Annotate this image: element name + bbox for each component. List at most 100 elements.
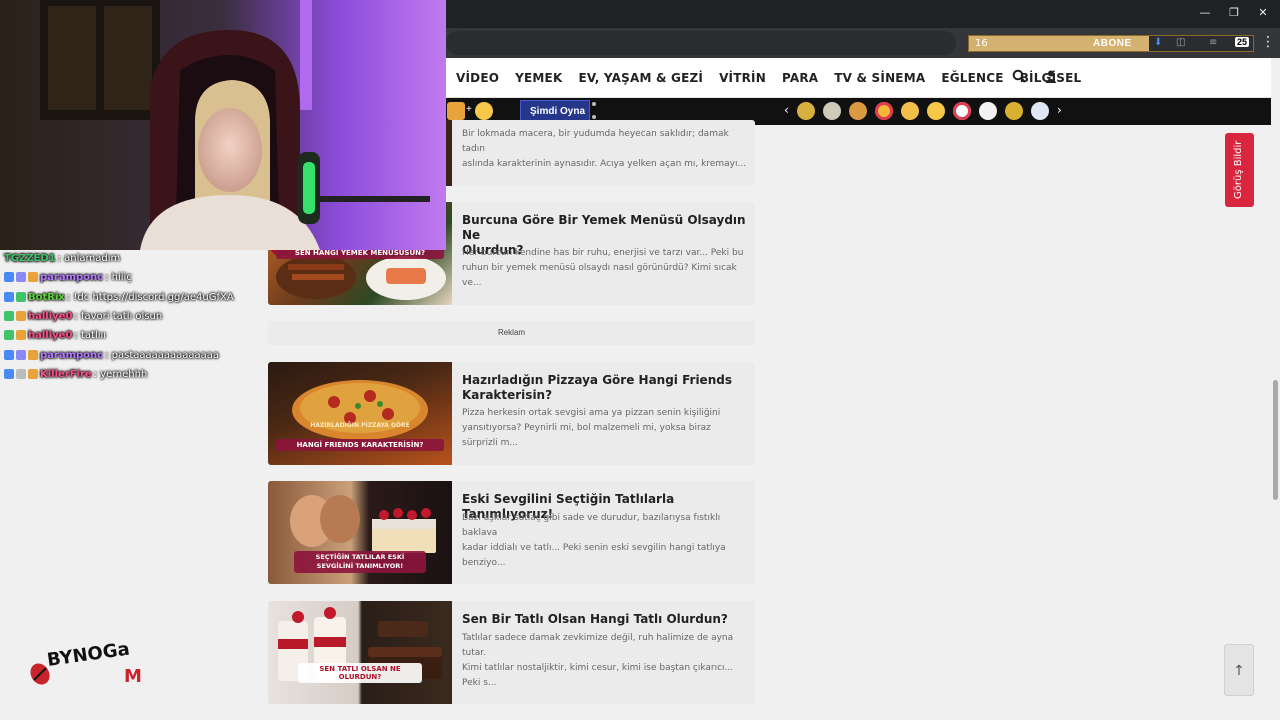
chat-text: : anlamadım bbox=[57, 252, 121, 264]
extension-icon[interactable]: ◫ bbox=[1176, 37, 1185, 48]
chat-username[interactable]: halliye0 bbox=[28, 330, 72, 341]
svg-text:BYNOGa: BYNOGa bbox=[46, 639, 131, 671]
chat-username[interactable]: BotRix bbox=[28, 292, 65, 303]
chat-badge-icon bbox=[16, 272, 26, 282]
chat-badge-icon bbox=[4, 350, 14, 360]
subscribe-label: ABONE bbox=[1093, 38, 1132, 49]
crying-emoji-icon[interactable] bbox=[901, 102, 919, 120]
article-description: Pizza herkesin ortak sevgisi ama ya pizz… bbox=[462, 406, 747, 451]
chat-badge-icon bbox=[4, 292, 14, 302]
chat-message: BotRix: !dc https://discord.gg/ae4uGfXA bbox=[4, 290, 234, 304]
scrollbar-thumb[interactable] bbox=[1273, 380, 1278, 500]
restore-icon[interactable]: ❐ bbox=[1227, 6, 1241, 20]
article-desc-line: Pizza herkesin ortak sevgisi ama ya pizz… bbox=[462, 408, 721, 418]
article-desc-line: Kimi tatlılar nostaljiktir, kimi cesur, … bbox=[462, 663, 734, 688]
thumbnail-caption: SEÇTİĞİN TATLILAR ESKİ SEVGİLİNİ TANIMLI… bbox=[294, 551, 426, 573]
heart-eyes-emoji-icon[interactable] bbox=[875, 102, 893, 120]
nav-item[interactable]: TV & SİNEMA bbox=[834, 71, 925, 85]
article-card[interactable]: SEN TATLI OLSAN NE OLURDUN? Sen Bir Tatl… bbox=[268, 601, 755, 704]
ad-label: Reklam bbox=[268, 321, 755, 345]
play-now-label: Şimdi Oyna bbox=[530, 106, 586, 117]
article-title-line: Karakterisin? bbox=[462, 388, 553, 402]
chat-text: : favori tatlı olsun bbox=[74, 310, 163, 322]
streamer-logo: BYNOGa M bbox=[30, 639, 142, 687]
article-title-line: Sen Bir Tatlı Olsan Hangi Tatlı Olurdun? bbox=[462, 612, 728, 626]
address-bar[interactable] bbox=[446, 31, 956, 55]
chat-badge-icon bbox=[4, 311, 14, 321]
article-thumbnail[interactable]: HAZIRLADIĞIN PİZZAYA GÖRE HANGİ FRIENDS … bbox=[268, 362, 452, 465]
download-icon[interactable]: ⬇ bbox=[1154, 37, 1162, 48]
article-desc-line: Bazı aşklar sütlaç gibi sade ve durudur,… bbox=[462, 513, 721, 538]
feedback-button[interactable]: Görüş Bildir bbox=[1225, 133, 1254, 207]
glasses-emoji-icon[interactable] bbox=[823, 102, 841, 120]
chat-username[interactable]: halliye0 bbox=[28, 311, 72, 322]
article-card[interactable]: SEÇTİĞİN TATLILAR ESKİ SEVGİLİNİ TANIMLI… bbox=[268, 481, 755, 584]
article-desc-line: kadar iddialı ve tatlı... Peki senin esk… bbox=[462, 543, 726, 568]
article-description: Tatlılar sadece damak zevkimize değil, r… bbox=[462, 631, 747, 691]
globe-emoji-icon[interactable] bbox=[1031, 102, 1049, 120]
article-title[interactable]: Sen Bir Tatlı Olsan Hangi Tatlı Olurdun? bbox=[462, 612, 747, 627]
thumbnail-caption: SEN TATLI OLSAN NE OLURDUN? bbox=[298, 663, 422, 683]
close-icon[interactable]: ✕ bbox=[1256, 6, 1270, 20]
minimize-icon[interactable]: — bbox=[1198, 6, 1212, 20]
screen: — ❐ ✕ 16 ABONE ⬇ ◫ ≡ 25 ⋮ VİDEO YEMEK EV, … bbox=[0, 0, 1280, 720]
nav-item[interactable]: EĞLENCE bbox=[941, 71, 1003, 85]
user-icon[interactable] bbox=[1045, 69, 1057, 87]
chat-badge-icon bbox=[16, 311, 26, 321]
plus-badge-emoji-icon[interactable] bbox=[953, 102, 971, 120]
nav-item[interactable]: EV, YAŞAM & GEZİ bbox=[578, 71, 703, 85]
notification-count: 25 bbox=[1234, 37, 1249, 47]
chat-badge-icon bbox=[28, 350, 38, 360]
chat-username[interactable]: paramponc bbox=[40, 272, 103, 283]
site-navigation: VİDEO YEMEK EV, YAŞAM & GEZİ VİTRİN PARA TV &… bbox=[446, 58, 1280, 98]
dot-icon bbox=[592, 102, 596, 106]
webcam-image bbox=[0, 0, 446, 250]
article-title-line: Hazırladığın Pizzaya Göre Hangi Friends bbox=[462, 373, 732, 387]
crown-emoji-icon[interactable] bbox=[797, 102, 815, 120]
browser-menu-icon[interactable]: ⋮ bbox=[1261, 34, 1275, 50]
chat-text: : pastaaaaaaaaaaaaaa bbox=[105, 349, 220, 361]
nav-item[interactable]: PARA bbox=[782, 71, 818, 85]
nav-item[interactable]: YEMEK bbox=[515, 71, 562, 85]
article-desc-line: Bir lokmada macera, bir yudumda heyecan … bbox=[462, 129, 729, 154]
article-desc-line: Tatlılar sadece damak zevkimize değil, r… bbox=[462, 633, 734, 658]
chat-username[interactable]: TGZZED1 bbox=[4, 253, 56, 264]
article-thumbnail[interactable]: SEN TATLI OLSAN NE OLURDUN? bbox=[268, 601, 452, 704]
article-thumbnail[interactable]: SEÇTİĞİN TATLILAR ESKİ SEVGİLİNİ TANIMLI… bbox=[268, 481, 452, 584]
cookie-emoji-icon[interactable] bbox=[849, 102, 867, 120]
chat-username[interactable]: KillerFire bbox=[40, 369, 92, 380]
thumbnail-caption: HANGİ FRIENDS KARAKTERİSİN? bbox=[276, 439, 444, 451]
chat-badge-icon bbox=[16, 350, 26, 360]
search-icon[interactable] bbox=[1012, 69, 1026, 87]
nav-item[interactable]: VİTRİN bbox=[719, 71, 766, 85]
zzz-emoji-icon[interactable] bbox=[979, 102, 997, 120]
chat-message: paramponc: hiiiç bbox=[4, 270, 132, 284]
thumbnail-caption-top: HAZIRLADIĞIN PİZZAYA GÖRE bbox=[310, 422, 410, 429]
article-title[interactable]: Hazırladığın Pizzaya Göre Hangi Friends … bbox=[462, 373, 747, 403]
chat-badge-icon bbox=[28, 369, 38, 379]
next-arrow-icon[interactable]: › bbox=[1057, 103, 1062, 117]
rocket-emoji-icon[interactable] bbox=[1005, 102, 1023, 120]
chat-username[interactable]: paramponc bbox=[40, 350, 103, 361]
playlist-icon[interactable]: ≡ bbox=[1209, 37, 1217, 48]
nav-item[interactable]: VİDEO bbox=[456, 71, 499, 85]
article-desc-line: Her burcun kendine has bir ruhu, enerjis… bbox=[462, 248, 744, 258]
chat-badge-icon bbox=[28, 272, 38, 282]
subscriber-goal-value: 16 bbox=[975, 38, 988, 49]
scrollbar[interactable] bbox=[1271, 58, 1280, 720]
extensions-area: ⬇ ◫ ≡ 25 bbox=[1149, 36, 1253, 51]
back-to-top-button[interactable]: ↑ bbox=[1224, 644, 1254, 696]
chat-message: halliye0: tatlııı bbox=[4, 328, 106, 342]
smile-emoji-icon[interactable] bbox=[475, 102, 493, 120]
article-card[interactable]: HAZIRLADIĞIN PİZZAYA GÖRE HANGİ FRIENDS … bbox=[268, 362, 755, 465]
article-desc-line: aslında karakterinin aynasıdır. Acıya ye… bbox=[462, 159, 747, 169]
chat-badge-icon bbox=[16, 369, 26, 379]
chat-badge-icon bbox=[16, 292, 26, 302]
chat-badge-icon bbox=[4, 272, 14, 282]
game-emoji-icon[interactable] bbox=[447, 102, 465, 120]
article-description: Bir lokmada macera, bir yudumda heyecan … bbox=[462, 127, 747, 172]
chat-message: KillerFire: yemehhh bbox=[4, 367, 147, 381]
laughing-emoji-icon[interactable] bbox=[927, 102, 945, 120]
article-desc-line: ruhun bir yemek menüsü olsaydı nasıl gör… bbox=[462, 263, 737, 288]
prev-arrow-icon[interactable]: ‹ bbox=[784, 103, 789, 117]
